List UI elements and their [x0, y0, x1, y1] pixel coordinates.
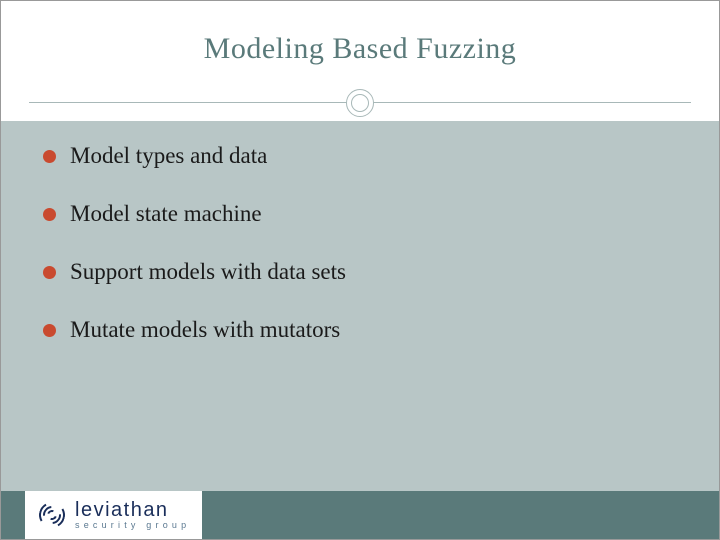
bullet-list: Model types and data Model state machine…	[43, 143, 689, 343]
logo-name: leviathan	[75, 500, 190, 520]
list-item: Model state machine	[43, 201, 689, 227]
bullet-icon	[43, 150, 56, 163]
bullet-icon	[43, 266, 56, 279]
content-area: Model types and data Model state machine…	[1, 121, 719, 491]
logo-subtitle: security group	[75, 521, 190, 530]
logo-text: leviathan security group	[75, 500, 190, 530]
list-item: Support models with data sets	[43, 259, 689, 285]
footer-accent-right	[202, 491, 719, 539]
slide: Modeling Based Fuzzing Model types and d…	[0, 0, 720, 540]
logo-mark-icon	[37, 500, 67, 530]
bullet-icon	[43, 208, 56, 221]
title-divider	[1, 89, 719, 117]
bullet-text: Support models with data sets	[70, 259, 346, 285]
title-area: Modeling Based Fuzzing	[1, 1, 719, 96]
list-item: Mutate models with mutators	[43, 317, 689, 343]
bullet-text: Model state machine	[70, 201, 262, 227]
list-item: Model types and data	[43, 143, 689, 169]
footer: leviathan security group	[1, 491, 719, 539]
bullet-text: Model types and data	[70, 143, 267, 169]
bullet-text: Mutate models with mutators	[70, 317, 340, 343]
divider-circle-inner-icon	[351, 94, 369, 112]
logo: leviathan security group	[25, 491, 202, 539]
bullet-icon	[43, 324, 56, 337]
slide-title: Modeling Based Fuzzing	[204, 32, 517, 66]
footer-accent-left	[1, 491, 25, 539]
